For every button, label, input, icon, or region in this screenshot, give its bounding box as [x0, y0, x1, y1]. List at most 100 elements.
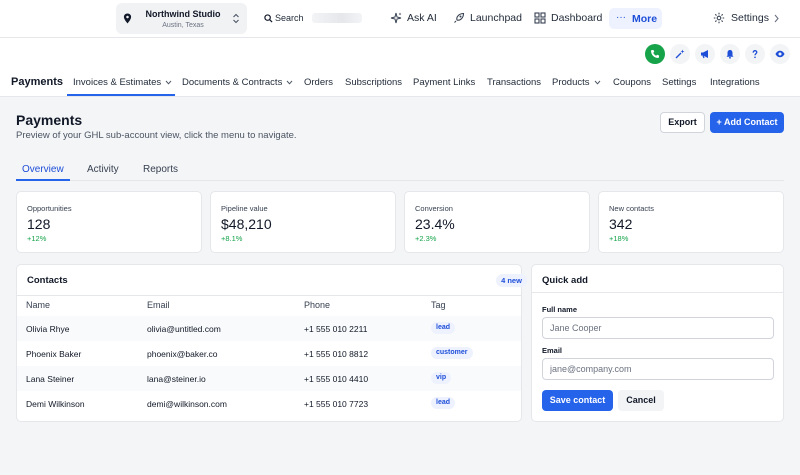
action-icon-row [0, 37, 800, 68]
subnav-products-label: Products [552, 77, 590, 88]
chevron-down-icon [286, 80, 293, 85]
dots-icon: ··· [616, 12, 626, 23]
gear-icon [713, 12, 725, 24]
payments-subnav: Payments Invoices & Estimates Documents … [0, 68, 800, 97]
divider [532, 292, 783, 293]
stat-label: Conversion [415, 204, 453, 213]
tab-bar: Overview Activity Reports [16, 160, 784, 181]
help-icon [752, 50, 758, 59]
eye-icon [775, 50, 785, 58]
launchpad-label: Launchpad [470, 12, 522, 24]
cell-email: demi@wilkinson.com [147, 399, 227, 409]
subnav-products[interactable]: Products [552, 77, 601, 88]
contacts-title: Contacts [27, 275, 68, 286]
stat-label: New contacts [609, 204, 655, 213]
cell-phone: +1 555 010 7723 [304, 399, 369, 409]
tab-overview[interactable]: Overview [22, 164, 64, 175]
more-menu-button[interactable]: ··· More [609, 8, 662, 29]
magic-button[interactable] [670, 44, 690, 64]
location-switcher[interactable]: Northwind Studio Austin, Texas [116, 3, 247, 34]
notifications-button[interactable] [720, 44, 740, 64]
table-row[interactable]: Olivia Rhye olivia@untitled.com +1 555 0… [17, 316, 521, 341]
column-header-tag[interactable]: Tag [431, 300, 446, 310]
full-name-label: Full name [542, 305, 578, 314]
quick-add-panel: Quick add Full name Email Save contact C… [531, 264, 784, 422]
subnav-payment-links[interactable]: Payment Links [413, 77, 475, 88]
tab-reports[interactable]: Reports [143, 164, 178, 175]
email-label: Email [542, 346, 563, 355]
stat-value: $48,210 [221, 216, 272, 232]
subnav-orders[interactable]: Orders [304, 77, 333, 88]
subnav-transactions[interactable]: Transactions [487, 77, 541, 88]
stat-value: 342 [609, 216, 633, 232]
rocket-icon [454, 12, 465, 23]
cell-email: phoenix@baker.co [147, 349, 218, 359]
page-title: Payments [16, 112, 83, 128]
announcements-button[interactable] [695, 44, 715, 64]
export-button[interactable]: Export [660, 112, 705, 133]
table-row[interactable]: Phoenix Baker phoenix@baker.co +1 555 01… [17, 341, 521, 366]
column-header-email[interactable]: Email [147, 300, 170, 310]
cell-name: Olivia Rhye [26, 324, 70, 334]
column-header-name[interactable]: Name [26, 300, 50, 310]
subnav-active-indicator [67, 94, 175, 96]
table-row[interactable]: Lana Steiner lana@steiner.io +1 555 010 … [17, 366, 521, 391]
column-header-phone[interactable]: Phone [304, 300, 330, 310]
settings-label: Settings [731, 12, 769, 24]
ask-ai-label: Ask AI [407, 12, 437, 24]
help-button[interactable] [745, 44, 765, 64]
subnav-integrations[interactable]: Integrations [710, 77, 760, 88]
cell-email: olivia@untitled.com [147, 324, 221, 334]
location-city: Austin, Texas [162, 22, 204, 29]
email-input[interactable] [542, 358, 774, 380]
phone-icon [651, 50, 659, 58]
subnav-coupons[interactable]: Coupons [613, 77, 651, 88]
search-placeholder: Search [275, 13, 304, 23]
search-box[interactable]: Search [254, 8, 368, 29]
tab-active-indicator [16, 179, 70, 181]
phone-button[interactable] [645, 44, 665, 64]
table-row[interactable]: Demi Wilkinson demi@wilkinson.com +1 555… [17, 391, 521, 416]
location-name: Northwind Studio [145, 9, 221, 19]
cell-email: lana@steiner.io [147, 374, 206, 384]
divider [17, 295, 521, 296]
stat-card-opportunities: Opportunities 128 +12% [16, 191, 202, 253]
subnav-invoices[interactable]: Invoices & Estimates [73, 77, 172, 88]
chevron-down-icon [165, 80, 172, 85]
cell-phone: +1 555 010 2211 [304, 324, 368, 334]
subnav-documents[interactable]: Documents & Contracts [182, 77, 293, 88]
cell-name: Phoenix Baker [26, 349, 82, 359]
cell-phone: +1 555 010 8812 [304, 349, 369, 359]
cell-phone: +1 555 010 4410 [304, 374, 369, 384]
megaphone-icon [701, 50, 708, 59]
section-title: Payments [11, 76, 63, 88]
stat-card-conversion: Conversion 23.4% +2.3% [404, 191, 590, 253]
subnav-settings[interactable]: Settings [662, 77, 696, 88]
chevron-updown-icon [233, 13, 239, 24]
stat-value: 23.4% [415, 216, 455, 232]
cell-name: Lana Steiner [26, 374, 75, 384]
chevron-down-icon [594, 80, 600, 85]
grid-icon [534, 12, 546, 24]
subnav-subscriptions[interactable]: Subscriptions [345, 77, 402, 88]
preview-button[interactable] [770, 44, 790, 64]
tab-activity[interactable]: Activity [87, 164, 119, 175]
location-pin-icon [123, 13, 132, 24]
stat-delta: +12% [27, 234, 47, 243]
full-name-input[interactable] [542, 317, 774, 339]
search-icon [264, 14, 273, 23]
cancel-button[interactable]: Cancel [618, 390, 664, 411]
stat-label: Pipeline value [221, 204, 268, 213]
quick-add-title: Quick add [542, 275, 588, 286]
save-contact-button[interactable]: Save contact [542, 390, 613, 411]
tag-badge: lead [431, 397, 456, 409]
cell-name: Demi Wilkinson [26, 399, 85, 409]
stat-delta: +18% [609, 234, 629, 243]
stat-card-new-contacts: New contacts 342 +18% [598, 191, 784, 253]
more-label: More [632, 13, 658, 25]
add-contact-button[interactable]: + Add Contact [710, 112, 784, 133]
stat-delta: +2.3% [415, 234, 437, 243]
page-description: Preview of your GHL sub-account view, cl… [16, 130, 297, 141]
contacts-panel: Contacts 4 new Name Email Phone Tag Oliv… [16, 264, 527, 422]
tag-badge: lead [431, 322, 456, 334]
